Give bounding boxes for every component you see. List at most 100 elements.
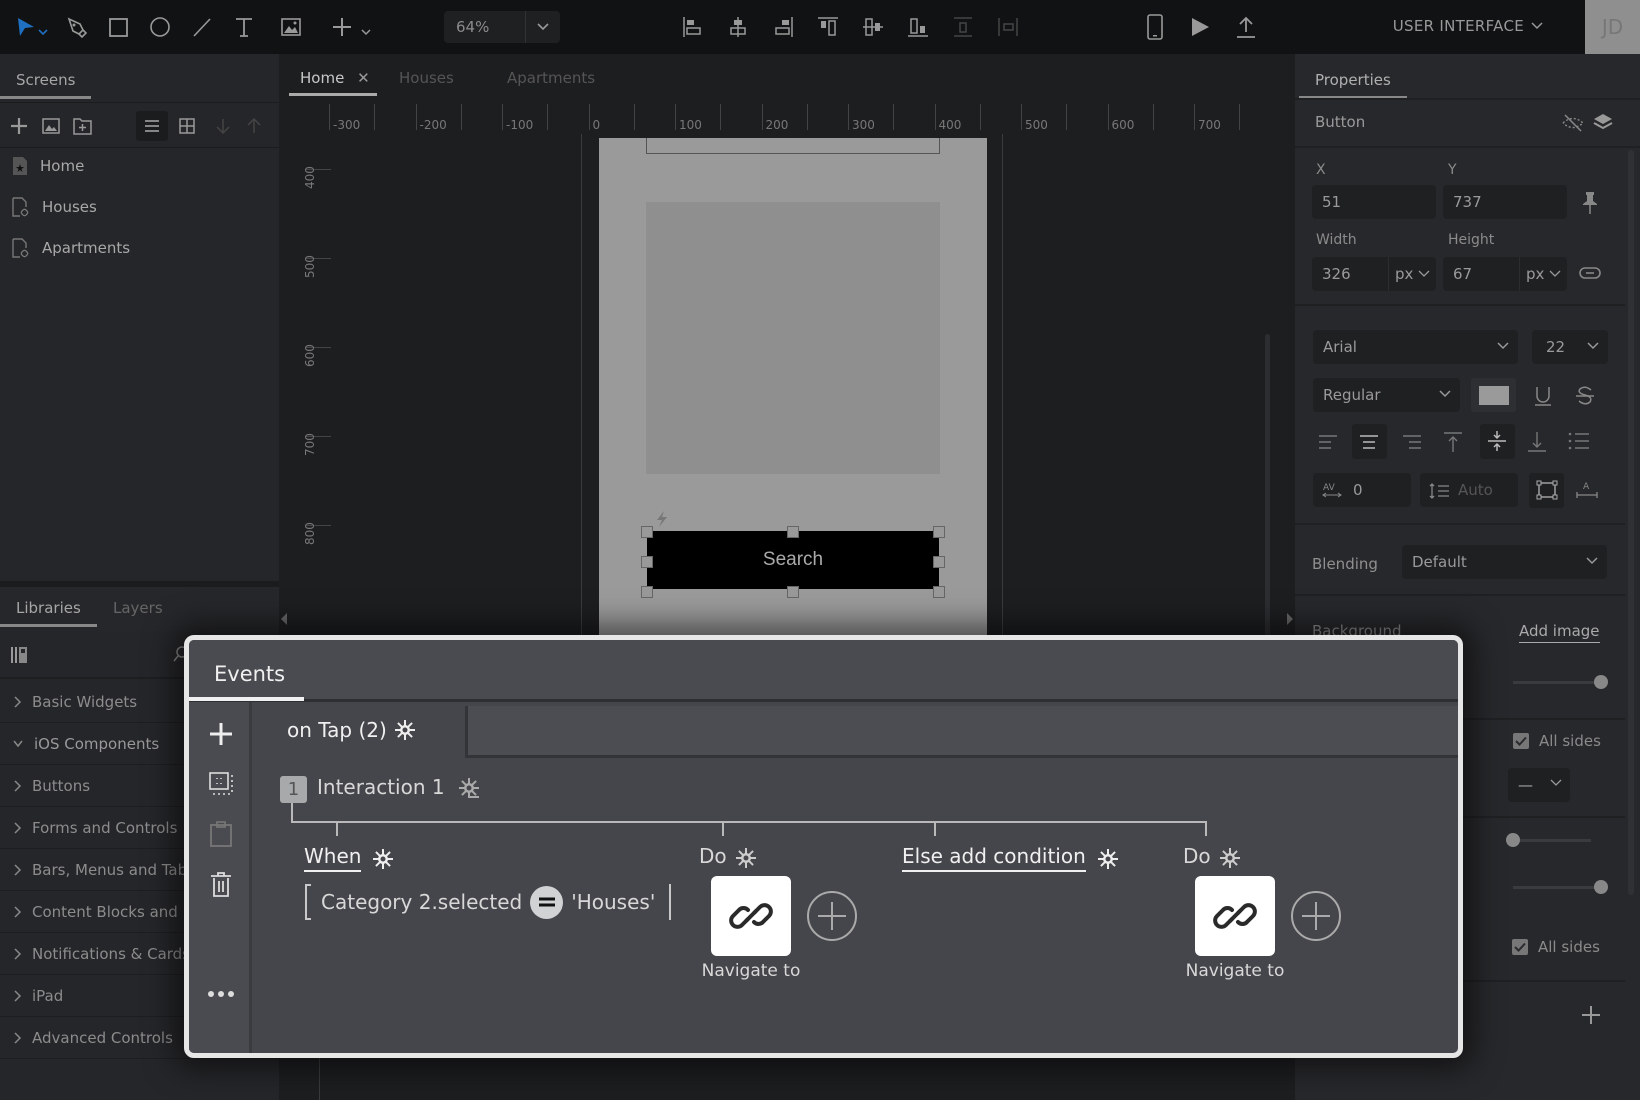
border-style-select[interactable]: — [1508,768,1570,802]
zoom-select[interactable]: 64% [444,11,560,43]
canvas-scrollbar[interactable] [1265,334,1270,664]
font-weight-select[interactable]: Regular [1313,378,1460,412]
header-element[interactable] [646,138,940,154]
add-image-link[interactable]: Add image [1519,622,1600,643]
list-bullets-icon[interactable] [1567,430,1591,452]
select-events-icon[interactable] [205,768,237,800]
gear-icon[interactable] [394,720,415,740]
height-unit-select[interactable]: px [1519,257,1561,291]
text-box-autosize-button[interactable] [1529,473,1564,508]
chevron-down-icon[interactable] [526,22,560,32]
slider-handle[interactable] [1506,833,1520,847]
align-center-horizontal-icon[interactable] [723,12,753,42]
gear-icon[interactable] [736,848,756,868]
close-icon[interactable]: ✕ [357,69,370,87]
valign-top-icon[interactable] [1442,430,1464,454]
text-tool-icon[interactable] [229,12,259,42]
gear-icon[interactable] [459,778,479,798]
align-text-right-icon[interactable] [1401,432,1423,452]
tab-libraries[interactable]: Libraries [0,599,97,627]
ellipse-tool-icon[interactable] [145,12,175,42]
align-top-icon[interactable] [813,12,843,42]
border-all-sides-checkbox[interactable]: All sides [1513,732,1601,750]
grid-view-icon[interactable] [174,113,200,139]
interaction-label[interactable]: Interaction 1 [317,775,445,799]
gear-icon[interactable] [373,849,393,869]
tab-home[interactable]: Home ✕ [300,69,370,87]
more-options-icon[interactable] [205,978,237,1010]
collapse-right-icon[interactable] [1285,612,1295,626]
share-upload-icon[interactable] [1231,12,1261,42]
screen-item-houses[interactable]: Houses [0,187,279,227]
align-left-icon[interactable] [678,12,708,42]
align-text-left-icon[interactable] [1317,432,1339,452]
line-tool-icon[interactable] [187,12,217,42]
play-icon[interactable] [1185,12,1215,42]
add-effect-icon[interactable] [1581,1005,1601,1025]
event-trigger-tab[interactable]: on Tap (2) [255,702,465,758]
tab-screens[interactable]: Screens [0,71,92,99]
tab-houses[interactable]: Houses [399,69,454,87]
library-manager-icon[interactable] [10,645,30,665]
valign-bottom-icon[interactable] [1526,430,1548,454]
when-condition-link[interactable]: When [304,844,362,872]
select-tool-icon[interactable] [12,12,52,42]
width-unit-select[interactable]: px [1388,257,1430,291]
strikethrough-icon[interactable] [1574,384,1596,408]
collapse-left-icon[interactable] [279,612,289,626]
delete-trash-icon[interactable] [205,868,237,900]
tab-apartments[interactable]: Apartments [507,69,595,87]
align-text-center-button[interactable] [1352,424,1387,459]
slider-handle[interactable] [1594,675,1608,689]
pin-icon[interactable] [1579,190,1601,216]
add-folder-icon[interactable] [70,113,96,139]
zoom-value[interactable]: 64% [444,11,526,43]
align-center-vertical-icon[interactable] [858,12,888,42]
radius-all-sides-checkbox[interactable]: All sides [1512,938,1600,956]
gear-icon[interactable] [1220,848,1240,868]
gear-icon[interactable] [1098,849,1118,869]
height-input[interactable]: 67 px [1443,257,1567,291]
rectangle-tool-icon[interactable] [103,12,133,42]
properties-scrollbar[interactable] [1628,150,1634,895]
else-add-condition-link[interactable]: Else add condition [902,844,1086,872]
letter-spacing-input[interactable]: AV 0 [1313,473,1411,507]
font-size-select[interactable]: 22 [1532,330,1608,364]
screen-item-apartments[interactable]: Apartments [0,228,279,268]
screen-artboard[interactable]: Search [599,138,987,694]
search-button[interactable]: Search [647,531,939,589]
y-input[interactable]: 737 [1443,185,1567,219]
user-avatar[interactable]: JD [1585,0,1640,54]
align-bottom-icon[interactable] [903,12,933,42]
opacity-slider[interactable] [1513,675,1608,689]
line-height-input[interactable]: Auto [1420,473,1518,507]
screen-item-home[interactable]: Home [0,146,279,186]
pen-tool-icon[interactable] [61,12,91,42]
navigate-to-action[interactable] [1195,876,1275,956]
layers-icon[interactable] [1592,112,1614,134]
x-input[interactable]: 51 [1312,185,1436,219]
image-tool-icon[interactable] [276,12,306,42]
add-screen-icon[interactable] [6,113,32,139]
hide-eye-icon[interactable] [1561,112,1585,134]
list-view-icon[interactable] [136,111,168,141]
align-right-icon[interactable] [768,12,798,42]
slider-handle[interactable] [1594,880,1608,894]
add-image-screen-icon[interactable] [38,113,64,139]
navigate-to-action[interactable] [711,876,791,956]
valign-middle-button[interactable] [1480,424,1515,459]
add-event-icon[interactable] [205,718,237,750]
underline-icon[interactable] [1532,384,1554,408]
add-action-icon[interactable] [1290,890,1342,942]
condition-expression[interactable]: Category 2.selected 'Houses' [305,884,672,920]
workspace-menu[interactable]: USER INTERFACE [1393,17,1544,35]
blending-select[interactable]: Default [1402,545,1607,579]
image-placeholder[interactable] [646,202,940,474]
font-family-select[interactable]: Arial [1313,330,1518,364]
add-tool-icon[interactable] [328,12,374,42]
shadow-slider[interactable] [1506,833,1591,847]
width-input[interactable]: 326 px [1312,257,1436,291]
add-action-icon[interactable] [806,890,858,942]
device-preview-icon[interactable] [1140,12,1170,42]
link-proportions-icon[interactable] [1578,264,1602,282]
